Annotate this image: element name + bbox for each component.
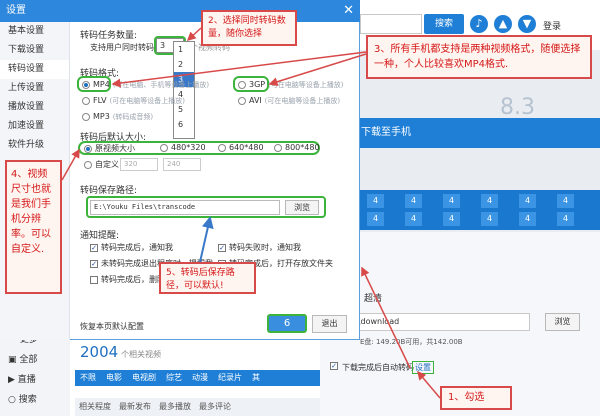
arrow-5: [199, 216, 214, 263]
arrow-4: [61, 148, 80, 181]
arrow-1: [417, 370, 441, 399]
annotation-arrows: [61, 27, 441, 399]
arrow-2: [186, 27, 202, 42]
arrow-3a: [111, 51, 367, 88]
arrow-settings: [361, 266, 411, 369]
